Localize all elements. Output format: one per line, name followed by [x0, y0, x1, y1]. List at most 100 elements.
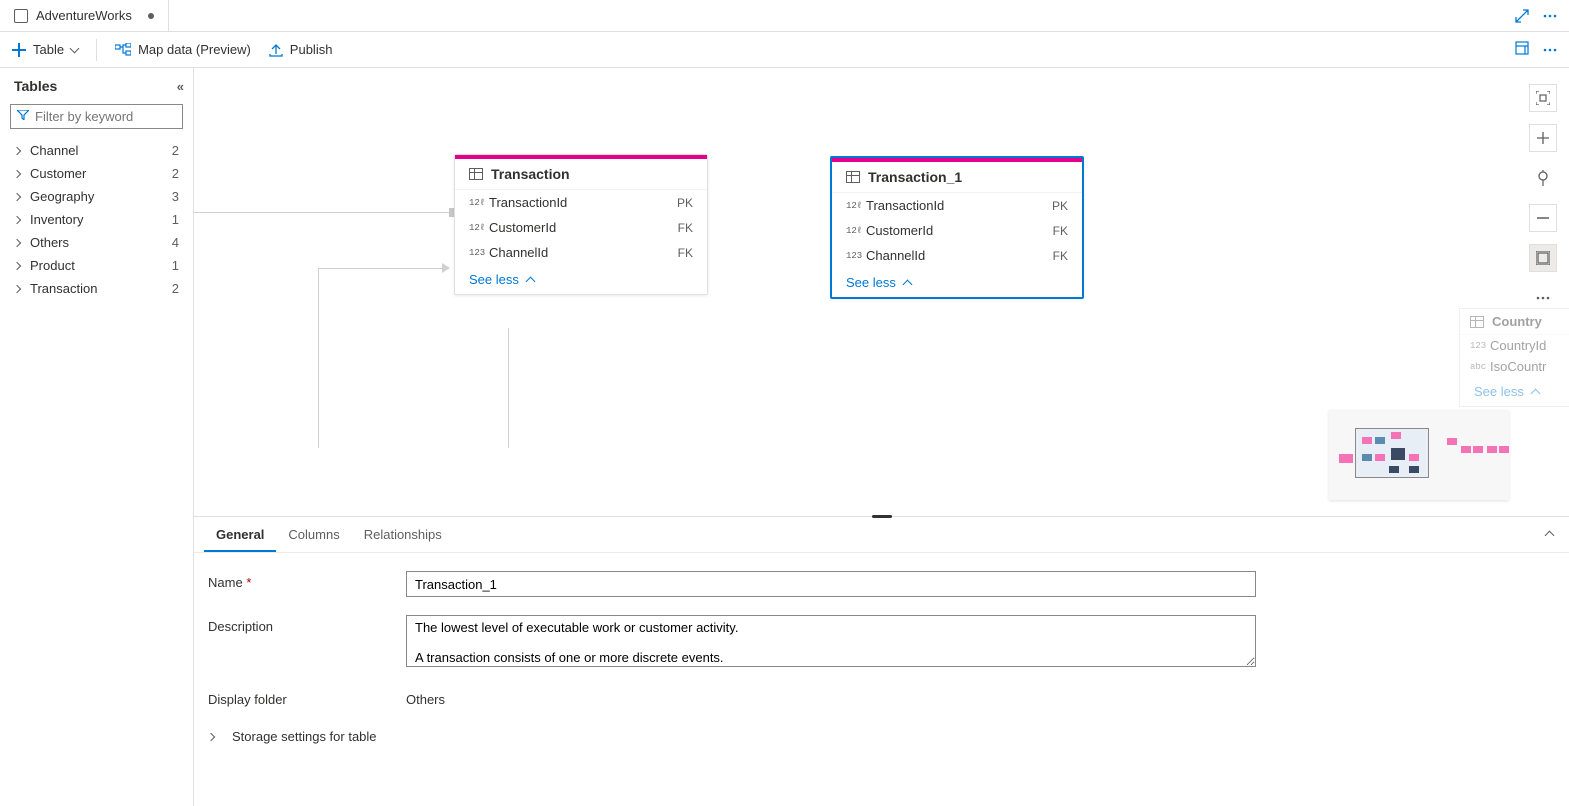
chevron-up-icon — [1530, 389, 1540, 399]
mapdata-label: Map data (Preview) — [138, 42, 251, 57]
fit-view-button[interactable] — [1529, 84, 1557, 112]
minimap-node — [1409, 454, 1419, 461]
filter-icon — [17, 110, 29, 120]
description-label: Description — [208, 615, 406, 634]
database-icon — [14, 9, 28, 23]
minimap-node — [1447, 438, 1457, 445]
minimap-node — [1487, 446, 1497, 453]
sidebar-title: Tables — [14, 78, 57, 94]
filter-input[interactable] — [10, 104, 183, 129]
expand-icon[interactable] — [1515, 9, 1529, 23]
displayfolder-value: Others — [406, 688, 1256, 707]
column-row[interactable]: 12ℓTransactionIdPK — [455, 190, 707, 215]
chevron-right-icon — [207, 732, 215, 740]
name-label: Name — [208, 575, 243, 590]
minimap-node — [1375, 454, 1385, 461]
relationship-line — [194, 212, 453, 213]
chevron-right-icon — [13, 284, 21, 292]
minimap-node — [1391, 432, 1401, 439]
properties-panel: General Columns Relationships Name * Des… — [194, 516, 1569, 806]
main-area: Tables « Channel2 Customer2 Geography3 I… — [0, 68, 1569, 806]
chevron-up-icon — [902, 280, 912, 290]
publish-button[interactable]: Publish — [269, 42, 333, 57]
displayfolder-label: Display folder — [208, 688, 406, 707]
more-icon[interactable] — [1543, 14, 1557, 18]
table-card-country-partial[interactable]: Country 123CountryId abcIsoCountr See le… — [1459, 308, 1569, 407]
storage-settings-toggle[interactable]: Storage settings for table — [208, 729, 1555, 744]
minimap-node — [1339, 454, 1353, 463]
column-row[interactable]: 12ℓCustomerIdFK — [455, 215, 707, 240]
table-card-transaction-1[interactable]: Transaction_1 12ℓTransactionIdPK 12ℓCust… — [830, 156, 1084, 299]
storage-settings-label: Storage settings for table — [232, 729, 377, 744]
arrow-right-icon — [442, 263, 450, 273]
column-row[interactable]: 123ChannelIdFK — [455, 240, 707, 265]
zoom-out-button[interactable] — [1529, 204, 1557, 232]
sidebar-item-others[interactable]: Others4 — [0, 231, 193, 254]
tab-title: AdventureWorks — [36, 8, 132, 23]
minimap-node — [1362, 437, 1372, 444]
columns-toggle-icon[interactable] — [1515, 41, 1529, 58]
chevron-right-icon — [13, 215, 21, 223]
minimap-node — [1409, 466, 1419, 473]
card-title: Transaction — [491, 166, 570, 182]
zoom-slider-handle[interactable] — [1529, 164, 1557, 192]
minimap-node — [1391, 448, 1405, 460]
header-tab-bar: AdventureWorks — [0, 0, 1569, 32]
unsaved-dot-icon — [148, 13, 154, 19]
sidebar-item-customer[interactable]: Customer2 — [0, 162, 193, 185]
description-textarea[interactable] — [406, 615, 1256, 667]
publish-label: Publish — [290, 42, 333, 57]
tables-tree: Channel2 Customer2 Geography3 Inventory1… — [0, 137, 193, 302]
tab-relationships[interactable]: Relationships — [352, 517, 454, 552]
see-less-link[interactable]: See less — [1460, 377, 1569, 406]
name-input[interactable] — [406, 571, 1256, 597]
sidebar-item-geography[interactable]: Geography3 — [0, 185, 193, 208]
minimap-node — [1362, 454, 1372, 461]
chevron-right-icon — [13, 146, 21, 154]
toolbar: Table Map data (Preview) Publish — [0, 32, 1569, 68]
tab-general[interactable]: General — [204, 517, 276, 552]
file-tab[interactable]: AdventureWorks — [0, 0, 169, 31]
see-less-link[interactable]: See less — [832, 268, 1082, 297]
toolbar-more-icon[interactable] — [1543, 48, 1557, 52]
table-card-transaction[interactable]: Transaction 12ℓTransactionIdPK 12ℓCustom… — [454, 154, 708, 295]
sidebar-item-channel[interactable]: Channel2 — [0, 139, 193, 162]
table-button[interactable]: Table — [12, 42, 78, 57]
required-mark: * — [246, 575, 251, 590]
minimap-node — [1375, 437, 1385, 444]
chevron-right-icon — [13, 261, 21, 269]
sidebar-item-product[interactable]: Product1 — [0, 254, 193, 277]
chevron-up-icon — [525, 277, 535, 287]
column-row[interactable]: 12ℓCustomerIdFK — [832, 218, 1082, 243]
plus-icon — [12, 43, 26, 57]
collapse-sidebar-icon[interactable]: « — [177, 79, 181, 94]
sidebar-item-transaction[interactable]: Transaction2 — [0, 277, 193, 300]
minimap-node — [1499, 446, 1509, 453]
chevron-right-icon — [13, 169, 21, 177]
column-row[interactable]: 12ℓTransactionIdPK — [832, 193, 1082, 218]
relationship-line — [318, 268, 319, 448]
canvas[interactable]: Transaction 12ℓTransactionIdPK 12ℓCustom… — [194, 68, 1569, 806]
minimap-toggle-button[interactable] — [1529, 244, 1557, 272]
table-button-label: Table — [33, 42, 64, 57]
see-less-link[interactable]: See less — [455, 265, 707, 294]
column-row[interactable]: 123ChannelIdFK — [832, 243, 1082, 268]
minimap-node — [1461, 446, 1471, 453]
minimap[interactable] — [1329, 410, 1509, 500]
card-title: Transaction_1 — [868, 169, 962, 185]
table-icon — [1470, 316, 1484, 328]
table-icon — [469, 168, 483, 180]
minimap-node — [1389, 466, 1399, 473]
chevron-down-icon — [70, 44, 80, 54]
table-icon — [846, 171, 860, 183]
sidebar-item-inventory[interactable]: Inventory1 — [0, 208, 193, 231]
separator — [96, 39, 97, 61]
sidebar: Tables « Channel2 Customer2 Geography3 I… — [0, 68, 194, 806]
minimap-node — [1473, 446, 1483, 453]
mapdata-icon — [115, 43, 131, 57]
mapdata-button[interactable]: Map data (Preview) — [115, 42, 251, 57]
zoom-in-button[interactable] — [1529, 124, 1557, 152]
tab-columns[interactable]: Columns — [276, 517, 351, 552]
collapse-panel-icon[interactable] — [1546, 527, 1553, 542]
relationship-line — [508, 328, 509, 448]
